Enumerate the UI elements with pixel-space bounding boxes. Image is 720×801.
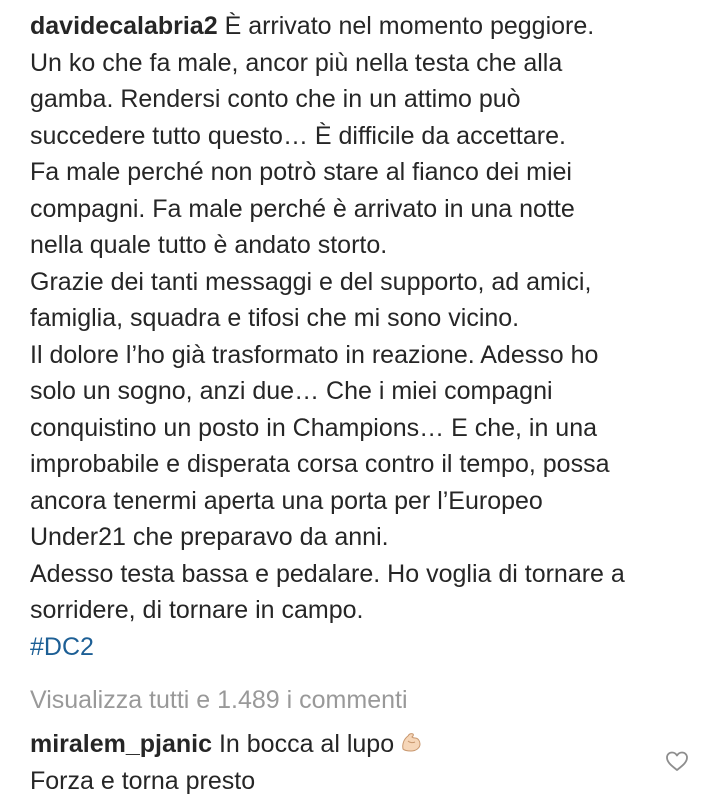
view-all-comments-link[interactable]: Visualizza tutti e 1.489 i commenti bbox=[30, 682, 408, 718]
caption-line: solo un sogno, anzi due… Che i miei comp… bbox=[30, 377, 553, 405]
comment-author-username[interactable]: miralem_pjanic bbox=[30, 730, 212, 758]
caption-line: Grazie dei tanti messaggi e del supporto… bbox=[30, 267, 592, 296]
caption-line: ancora tenermi aperta una porta per l’Eu… bbox=[30, 486, 543, 515]
caption-line: improbabile e disperata corsa contro il … bbox=[30, 450, 610, 478]
caption-line: famiglia, squadra e tifosi che mi sono v… bbox=[30, 304, 520, 332]
caption-line: nella quale tutto è andato storto. bbox=[30, 231, 388, 259]
caption-line: Under21 che preparavo da anni. bbox=[30, 523, 389, 551]
hashtag-link[interactable]: #DC2 bbox=[30, 629, 710, 666]
caption-text: davidecalabria2 È arrivato nel momento p… bbox=[30, 8, 710, 665]
post-caption: davidecalabria2 È arrivato nel momento p… bbox=[30, 8, 710, 665]
caption-line: compagni. Fa male perché è arrivato in u… bbox=[30, 194, 575, 223]
caption-line: gamba. Rendersi conto che in un attimo p… bbox=[30, 85, 521, 113]
comment-text: In bocca al lupo bbox=[212, 730, 395, 758]
post-author-username[interactable]: davidecalabria2 bbox=[30, 12, 218, 40]
caption-line-text: È arrivato nel momento peggiore. bbox=[217, 12, 595, 40]
comment-line-1: miralem_pjanic In bocca al lupo bbox=[30, 726, 650, 763]
caption-line: Un ko che fa male, ancor più nella testa… bbox=[30, 48, 563, 77]
caption-line-1: davidecalabria2 È arrivato nel momento p… bbox=[30, 8, 710, 45]
caption-line: Il dolore l’ho già trasformato in reazio… bbox=[30, 340, 599, 369]
caption-line: conquistino un posto in Champions… E che… bbox=[30, 413, 598, 442]
caption-line: Fa male perché non potrò stare al fianco… bbox=[30, 158, 572, 186]
caption-line: sorridere, di tornare in campo. bbox=[30, 596, 364, 624]
caption-line: Adesso testa bassa e pedalare. Ho voglia… bbox=[30, 559, 625, 588]
comment-item: miralem_pjanic In bocca al lupo Forza e … bbox=[30, 726, 650, 799]
caption-line: succedere tutto questo… È difficile da a… bbox=[30, 121, 566, 150]
flexed-biceps-icon bbox=[398, 729, 424, 755]
comment-text-line-2: Forza e torna presto bbox=[30, 766, 256, 795]
like-heart-icon[interactable] bbox=[664, 748, 690, 774]
